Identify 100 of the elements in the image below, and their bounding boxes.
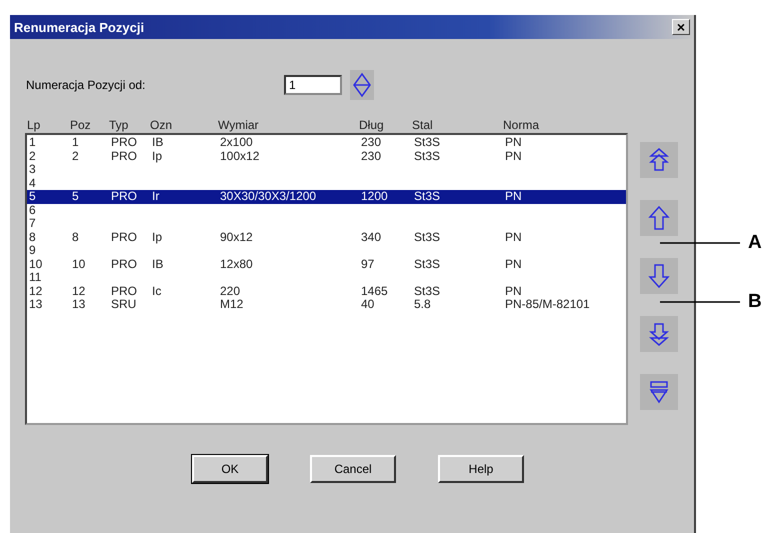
column-header: Stal [412,118,433,132]
table-cell: PN [505,136,522,150]
down-arrow-icon [648,321,670,347]
table-cell: 220 [220,284,240,298]
table-cell: 5 [72,190,79,204]
start-number-field[interactable]: 1 [284,75,342,95]
table-cell: 1200 [361,190,388,204]
close-button[interactable]: × [672,19,690,35]
column-header: Wymiar [218,118,259,132]
column-header: Norma [503,118,540,132]
list-row[interactable]: 5 5 PRO Ir 30X30/30X3/1200 1200 St3S PN [27,190,626,204]
move-bottom-button[interactable] [640,316,678,352]
column-header: Lp [27,118,40,132]
table-cell: 97 [361,258,374,271]
table-cell: 6 [29,204,36,217]
dialog-button[interactable]: Help [438,455,524,483]
list-row[interactable]: 10 10 PRO IB 12x80 97 St3S PN [27,258,626,271]
list-row[interactable]: 8 8 PRO Ip 90x12 340 St3S PN [27,230,626,244]
callout-label: B [748,291,762,313]
table-cell: Ic [152,284,162,298]
table-cell: IB [152,258,164,271]
table-cell: 11 [29,271,42,284]
table-cell: St3S [414,190,440,204]
table-cell: St3S [414,150,440,163]
table-cell: 90x12 [220,230,253,244]
list-row[interactable]: 4 [27,176,626,190]
table-cell: IB [152,136,164,150]
table-cell: Ip [152,230,162,244]
table-cell: 9 [29,244,36,258]
table-cell: 8 [29,230,36,244]
down-arrow-icon [648,379,670,405]
table-cell: St3S [414,230,440,244]
table-cell: SRU [111,298,136,312]
table-cell: Ip [152,150,162,163]
table-cell: PN [505,150,522,163]
list-row[interactable]: 3 [27,163,626,176]
table-cell: PRO [111,190,138,204]
spin-button[interactable] [350,70,374,100]
table-cell: PN [505,258,522,271]
table-cell: St3S [414,258,440,271]
list-row[interactable]: 1 1 PRO IB 2x100 230 St3S PN [27,136,626,150]
list-row[interactable]: 13 13 SRU M12 40 5.8 PN-85/M-82101 [27,298,626,312]
up-arrow-icon [648,147,670,173]
table-cell: 40 [361,298,374,312]
up-arrow-icon [648,205,670,231]
dialog-button[interactable]: Cancel [310,455,396,483]
table-cell: 1 [72,136,79,150]
table-cell: 12x80 [220,258,253,271]
table-cell: PRO [111,284,138,298]
table-cell: St3S [414,136,440,150]
table-cell: 7 [29,217,36,230]
table-cell: PRO [111,230,138,244]
column-header: Dług [359,118,384,132]
list-row[interactable]: 6 [27,204,626,217]
table-cell: 1 [29,136,36,150]
move-down-button[interactable] [640,258,678,294]
callout-label: A [748,232,762,254]
table-cell: PN-85/M-82101 [505,298,590,312]
list-row[interactable]: 12 12 PRO Ic 220 1465 St3S PN [27,284,626,298]
table-cell: 2x100 [220,136,253,150]
list-row[interactable]: 7 [27,217,626,230]
table-cell: 340 [361,230,382,244]
table-cell: PRO [111,136,138,150]
list-row[interactable]: 9 [27,244,626,258]
table-cell: 13 [29,298,42,312]
column-header: Poz [70,118,91,132]
table-cell: 2 [29,150,36,163]
move-top-button[interactable] [640,142,678,178]
table-cell: 13 [72,298,86,312]
table-cell: St3S [414,284,440,298]
table-cell: 30X30/30X3/1200 [220,190,316,204]
list-row[interactable]: 2 2 PRO Ip 100x12 230 St3S PN [27,150,626,163]
table-cell: 230 [361,150,382,163]
table-cell: 12 [72,284,86,298]
list-row[interactable]: 11 [27,271,626,284]
table-cell: 5 [29,190,36,204]
table-cell: 10 [72,258,86,271]
table-cell: 230 [361,136,382,150]
start-number-label: Numeracja Pozycji od: [26,78,146,92]
table-cell: PN [505,190,522,204]
table-cell: PRO [111,150,138,163]
table-cell: PRO [111,258,138,271]
table-cell: PN [505,230,522,244]
move-last-button[interactable] [640,374,678,410]
column-header: Ozn [150,118,172,132]
table-cell: 2 [72,150,79,163]
table-cell: PN [505,284,522,298]
up-down-arrow-icon [352,72,372,98]
down-arrow-icon [648,263,670,289]
table-cell: 8 [72,230,79,244]
dialog-button[interactable]: OK [192,455,268,483]
column-header: Typ [109,118,128,132]
table-cell: 100x12 [220,150,260,163]
table-cell: 1465 [361,284,388,298]
move-up-button[interactable] [640,200,678,236]
table-cell: 5.8 [414,298,431,312]
window-title: Renumeracja Pozycji [14,20,144,34]
table-cell: M12 [220,298,244,312]
table-cell: 4 [29,176,36,190]
table-cell: Ir [152,190,160,204]
